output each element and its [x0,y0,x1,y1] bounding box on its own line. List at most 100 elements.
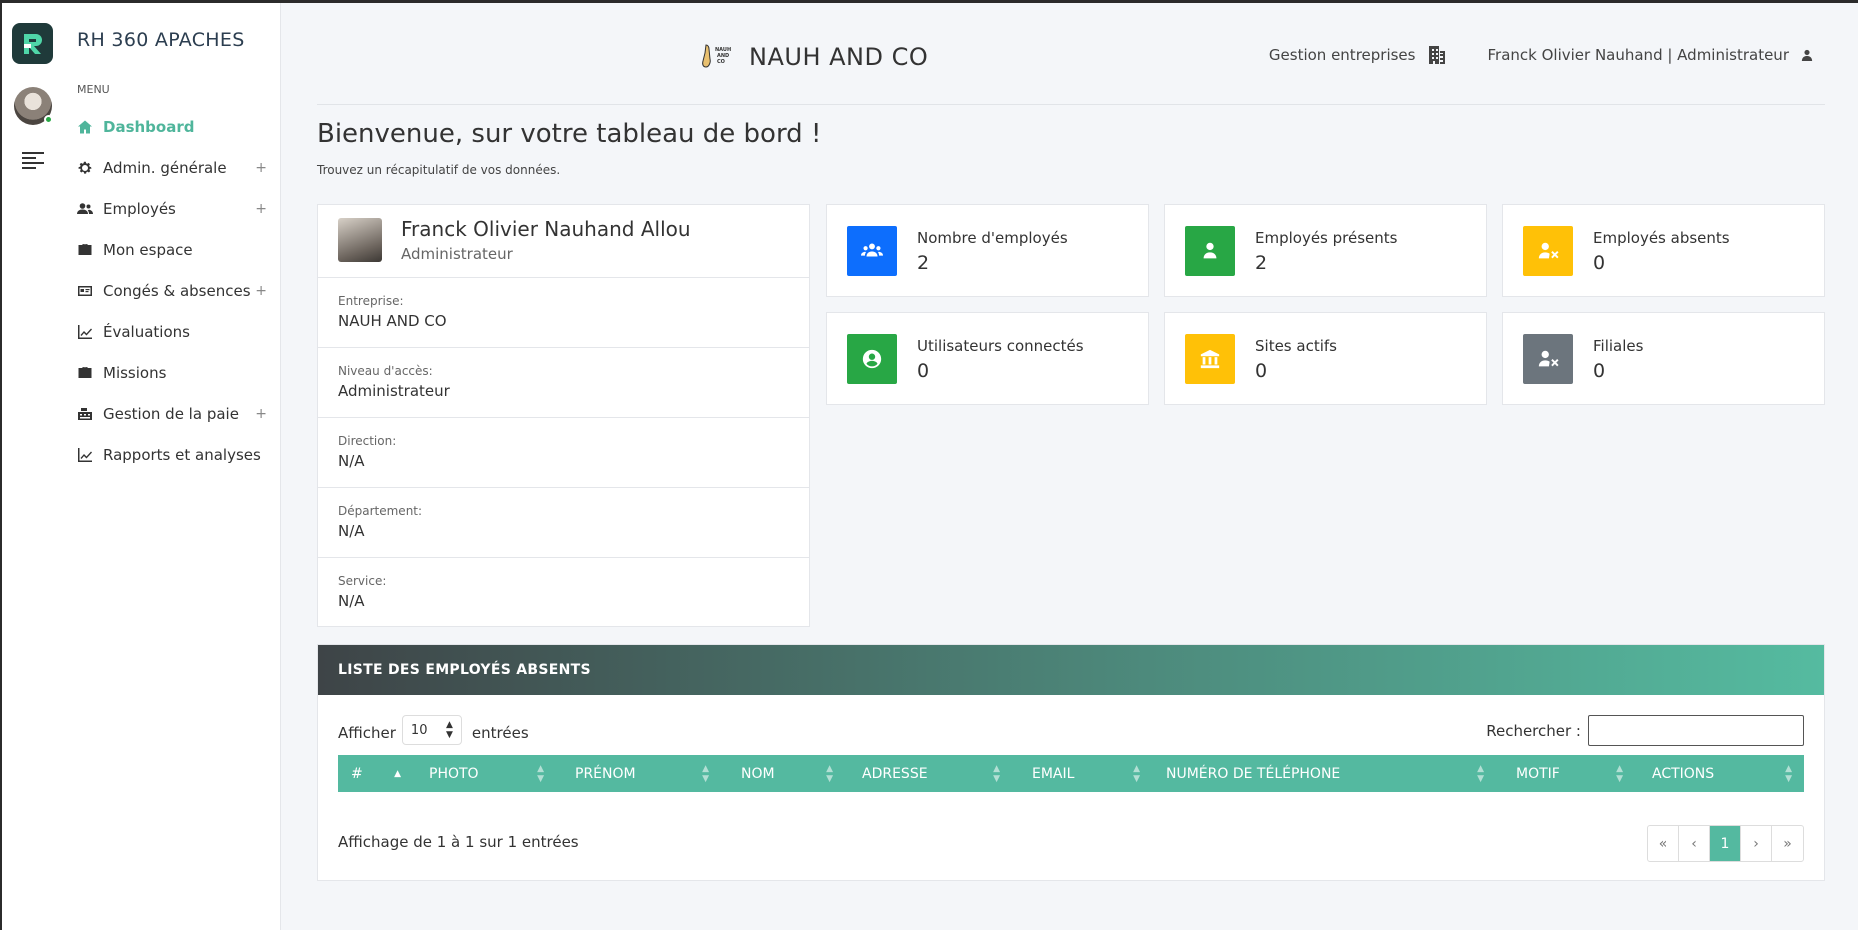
cash-register-icon [77,406,97,422]
online-status-dot [44,115,53,124]
top-bar: NAUH AND CO NAUH AND CO Gestion entrepri… [317,3,1825,105]
sort-icon: ▲ ▼ [993,763,1000,784]
column-header-telephone[interactable]: NUMÉRO DE TÉLÉPHONE ▲ ▼ [1166,755,1492,792]
page-length-value: 10 [410,722,428,738]
gestion-entreprises-link[interactable]: Gestion entreprises [1269,46,1416,64]
absent-employees-panel: LISTE DES EMPLOYÉS ABSENTS Afficher 10 ▲… [317,644,1825,881]
sidebar-item-dashboard[interactable]: Dashboard [77,106,267,147]
page-length-select[interactable]: 10 ▲ ▼ [401,715,462,745]
sidebar-item-conges[interactable]: Congés & absences + [77,270,267,311]
user-times-icon [1538,350,1559,367]
expand-plus-icon[interactable]: + [255,201,267,217]
stat-value: 0 [1593,252,1606,274]
sidebar-item-label: Gestion de la paie [103,404,239,423]
page-1-button[interactable]: 1 [1710,826,1741,861]
id-card-icon [77,283,97,299]
stat-card-employes-absents[interactable]: Employés absents 0 [1502,204,1825,297]
table-controls: Afficher 10 ▲ ▼ entrées Rechercher : [338,715,1804,746]
briefcase-icon [77,365,97,381]
sidebar-item-rapports[interactable]: Rapports et analyses [77,434,267,475]
page-subtitle: Trouvez un récapitulatif de vos données. [317,163,561,177]
table-header: # ▲ PHOTO ▲ ▼ PRÉNOM ▲ ▼ NOM ▲ ▼ ADRESSE ▲ ▼ EMAI… [338,755,1804,792]
page-length-control: Afficher 10 ▲ ▼ entrées [338,715,529,745]
stat-card-filiales[interactable]: Filiales 0 [1502,312,1825,405]
app-logo[interactable] [12,23,53,64]
sort-icon: ▲ ▼ [1785,763,1792,784]
search-label: Rechercher : [1486,721,1581,740]
stat-value: 2 [1255,252,1268,274]
stat-color-square [847,226,897,276]
sidebar-item-paie[interactable]: Gestion de la paie + [77,393,267,434]
column-header-adresse[interactable]: ADRESSE ▲ ▼ [862,755,1008,792]
stat-value: 2 [917,252,930,274]
building-icon[interactable] [1427,45,1447,65]
sidebar-item-admin[interactable]: Admin. générale + [77,147,267,188]
sidebar-item-label: Mon espace [103,240,193,259]
field-value: N/A [338,592,365,610]
sidebar: RH 360 APACHES MENU Dashboard Admin. gén… [2,3,281,930]
top-right-actions: Gestion entreprises Franck Olivier Nauha… [1269,45,1813,65]
stat-color-square [1523,334,1573,384]
show-label: Afficher [338,723,396,742]
page-first-button[interactable]: « [1648,826,1679,861]
column-label: ACTIONS [1652,765,1715,782]
column-header-email[interactable]: EMAIL ▲ ▼ [1032,755,1148,792]
column-header-nom[interactable]: NOM ▲ ▼ [741,755,841,792]
table-info: Affichage de 1 à 1 sur 1 entrées [338,833,579,851]
sort-icon: ▲ ▼ [537,763,544,784]
sort-icon: ▲ ▼ [702,763,709,784]
field-value: N/A [338,522,365,540]
search-input[interactable] [1588,715,1804,746]
sidebar-item-label: Rapports et analyses [103,445,261,464]
sidebar-item-missions[interactable]: Missions [77,352,267,393]
user-icon[interactable] [1801,49,1813,61]
stat-card-sites-actifs[interactable]: Sites actifs 0 [1164,312,1487,405]
user-menu-label[interactable]: Franck Olivier Nauhand | Administrateur [1487,46,1789,64]
sidebar-item-evaluations[interactable]: Évaluations [77,311,267,352]
stat-label: Sites actifs [1255,337,1337,355]
menu-toggle-icon[interactable] [22,152,44,169]
stat-label: Employés présents [1255,229,1398,247]
stat-value: 0 [1593,360,1606,382]
sort-icon: ▲ ▼ [1477,763,1484,784]
page-last-button[interactable]: » [1772,826,1803,861]
profile-card: Franck Olivier Nauhand Allou Administrat… [317,204,810,627]
column-header-photo[interactable]: PHOTO ▲ ▼ [429,755,552,792]
stat-card-utilisateurs-connectes[interactable]: Utilisateurs connectés 0 [826,312,1149,405]
chart-line-icon [77,447,97,463]
sort-icon: ▲ ▼ [1133,763,1140,784]
profile-field-service: Service: N/A [318,558,809,628]
expand-plus-icon[interactable]: + [255,406,267,422]
select-arrows-icon: ▲ ▼ [446,720,453,740]
stat-card-employes-presents[interactable]: Employés présents 2 [1164,204,1487,297]
field-label: Direction: [338,434,397,448]
field-label: Service: [338,574,387,588]
field-value: Administrateur [338,382,450,400]
expand-plus-icon[interactable]: + [255,160,267,176]
profile-role: Administrateur [401,245,513,263]
column-header-actions[interactable]: ACTIONS ▲ ▼ [1652,755,1800,792]
page-next-button[interactable]: › [1741,826,1772,861]
expand-plus-icon[interactable]: + [255,283,267,299]
sidebar-item-label: Évaluations [103,322,190,341]
profile-avatar [338,218,382,262]
page-prev-button[interactable]: ‹ [1679,826,1710,861]
column-header-index[interactable]: # ▲ [351,755,409,792]
field-label: Niveau d'accès: [338,364,433,378]
stat-card-nombre-employes[interactable]: Nombre d'employés 2 [826,204,1149,297]
column-label: ADRESSE [862,765,928,782]
entries-label: entrées [471,723,529,742]
column-label: NUMÉRO DE TÉLÉPHONE [1166,765,1341,782]
column-header-prenom[interactable]: PRÉNOM ▲ ▼ [575,755,717,792]
user-avatar[interactable] [14,87,53,125]
stat-label: Filiales [1593,337,1644,355]
column-label: EMAIL [1032,765,1075,782]
column-header-motif[interactable]: MOTIF ▲ ▼ [1516,755,1631,792]
profile-field-direction: Direction: N/A [318,418,809,488]
company-brand[interactable]: NAUH AND CO NAUH AND CO [696,39,928,75]
sidebar-item-mon-espace[interactable]: Mon espace [77,229,267,270]
user-circle-icon [862,349,882,369]
stat-value: 0 [917,360,930,382]
sidebar-nav: Dashboard Admin. générale + Employés + M… [77,106,267,475]
sidebar-item-employes[interactable]: Employés + [77,188,267,229]
